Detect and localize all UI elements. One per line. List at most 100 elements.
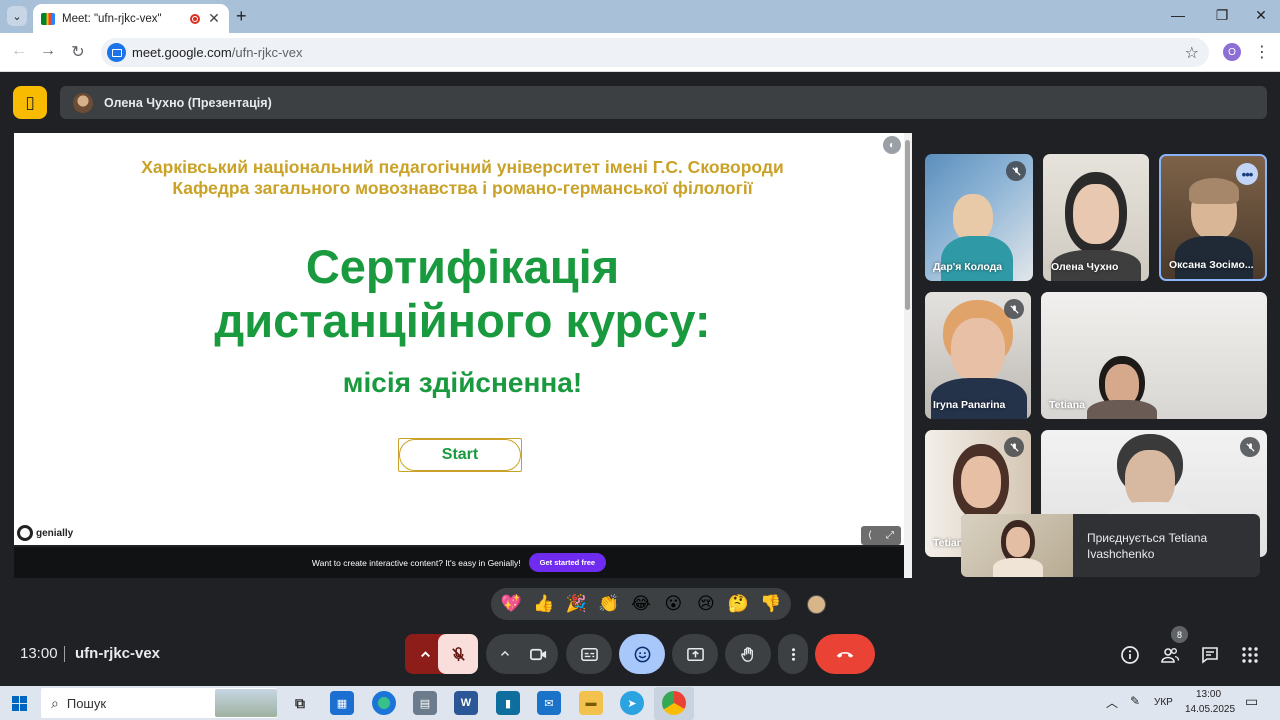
people-count-badge: 8 <box>1171 626 1188 643</box>
app-icon[interactable]: ▮ <box>496 691 520 715</box>
share-icon[interactable]: ⟨ <box>868 530 872 541</box>
slide-scrollbar-thumb[interactable] <box>905 140 910 310</box>
calculator-icon[interactable]: ▤ <box>413 691 437 715</box>
reaction-thumbs-up[interactable]: 👍 <box>530 594 558 614</box>
mail-icon[interactable]: ✉ <box>537 691 561 715</box>
join-notification-text: Приєднується Tetiana Ivashchenko <box>1087 531 1208 561</box>
people-button[interactable] <box>1159 644 1181 666</box>
participant-tile[interactable]: Дар'я Колода <box>925 154 1033 281</box>
edge-browser-icon[interactable] <box>372 691 396 715</box>
present-icon <box>686 647 704 661</box>
reaction-sad[interactable]: 😢 <box>692 594 720 614</box>
bookmark-star-icon[interactable]: ☆ <box>1185 43 1199 63</box>
notifications-icon[interactable]: ▭ <box>1245 693 1258 710</box>
mic-off-icon <box>1006 161 1026 181</box>
slide-title-line2: дистанційного курсу: <box>214 294 711 347</box>
meeting-code: ufn-rjkc-vex <box>75 645 161 662</box>
activities-button[interactable] <box>1239 644 1261 666</box>
mic-off-icon <box>451 646 465 661</box>
profile-avatar[interactable]: O <box>1223 43 1241 61</box>
participant-name: Олена Чухно <box>1051 261 1119 273</box>
tab-title: Meet: "ufn-rjkc-vex" <box>62 12 162 25</box>
google-meet-favicon-icon <box>41 12 55 25</box>
pen-icon[interactable]: ✎ <box>1130 694 1140 708</box>
more-options-button[interactable] <box>778 634 808 674</box>
windows-taskbar: ⌕ Пошук ⧉ ▦ ▤ W ▮ ✉ ▬ ➤ ︿ ✎ УКР 13:00 14… <box>0 686 1280 720</box>
back-arrow-icon[interactable]: ← <box>9 42 29 60</box>
word-icon[interactable]: W <box>454 691 478 715</box>
forward-arrow-icon[interactable]: → <box>38 42 58 60</box>
camera-controls <box>486 634 558 674</box>
tray-overflow-icon[interactable]: ︿ <box>1106 694 1118 711</box>
slide-tools: ⟨ ⤢ <box>861 526 901 545</box>
leave-call-button[interactable] <box>815 634 875 674</box>
microphone-toggle-button[interactable] <box>438 634 478 674</box>
microsoft-store-icon[interactable]: ▦ <box>330 691 354 715</box>
reaction-laugh[interactable]: 😂 <box>627 594 655 614</box>
browser-tab-bar: ⌄ Meet: "ufn-rjkc-vex" ✕ + — ❐ ✕ <box>0 0 1280 33</box>
participant-tile[interactable]: Iryna Panarina <box>925 292 1031 419</box>
reaction-thinking[interactable]: 🤔 <box>724 594 752 614</box>
close-window-button[interactable]: ✕ <box>1251 7 1271 24</box>
task-view-icon[interactable]: ⧉ <box>288 691 312 715</box>
address-bar[interactable]: meet.google.com/ufn-rjkc-vex ☆ <box>101 38 1209 67</box>
maximize-window-button[interactable]: ❐ <box>1212 7 1232 24</box>
chrome-icon[interactable] <box>662 691 686 715</box>
tab-close-icon[interactable]: ✕ <box>207 10 221 27</box>
slide-overlay-icon[interactable]: ◐ <box>883 136 901 154</box>
participant-tile[interactable]: Олена Чухно <box>1043 154 1149 281</box>
reload-icon[interactable]: ↻ <box>68 42 88 62</box>
video-options-chevron-icon[interactable] <box>498 647 512 661</box>
joining-participant-preview <box>961 514 1073 577</box>
raise-hand-button[interactable] <box>725 634 771 674</box>
genially-mark-icon <box>17 525 33 541</box>
more-options-icon[interactable]: ••• <box>1236 163 1258 185</box>
camera-icon[interactable] <box>529 645 548 664</box>
search-icon: ⌕ <box>51 694 59 711</box>
reaction-heart[interactable]: 💖 <box>497 594 525 614</box>
slide-subtitle: місія здійсненна! <box>342 367 583 398</box>
hang-up-icon <box>836 652 854 658</box>
slide-title-line1: Сертифікація <box>305 240 620 293</box>
new-tab-button[interactable]: + <box>236 6 247 27</box>
mic-off-icon <box>1240 437 1260 457</box>
tab-search-button[interactable]: ⌄ <box>7 6 27 26</box>
get-started-button[interactable]: Get started free <box>528 553 607 572</box>
captions-icon <box>580 647 598 661</box>
emoji-reactions-button[interactable] <box>619 634 665 674</box>
telegram-icon[interactable]: ➤ <box>620 691 644 715</box>
captions-button[interactable] <box>566 634 612 674</box>
windows-start-icon[interactable] <box>12 696 27 711</box>
smiley-icon <box>634 646 650 662</box>
participant-name: Tetian <box>933 537 964 549</box>
chevron-up-icon <box>420 650 430 657</box>
chat-button[interactable] <box>1199 644 1221 666</box>
participant-tile[interactable]: Tetiana <box>1041 292 1267 419</box>
meet-present-icon[interactable]: ▯ <box>13 86 47 119</box>
taskbar-date[interactable]: 14.05.2025 <box>1185 704 1235 715</box>
taskbar-time[interactable]: 13:00 <box>1196 689 1221 700</box>
present-screen-button[interactable] <box>672 634 718 674</box>
meeting-details-button[interactable] <box>1119 644 1141 666</box>
keyboard-language[interactable]: УКР <box>1154 697 1173 708</box>
participant-tile-active[interactable]: ••• Оксана Зосімо... <box>1159 154 1267 281</box>
divider <box>64 646 65 662</box>
reaction-surprised[interactable]: 😮 <box>659 594 687 614</box>
screen: ⌄ Meet: "ufn-rjkc-vex" ✕ + — ❐ ✕ ← → ↻ m… <box>0 0 1280 720</box>
reaction-party[interactable]: 🎉 <box>562 594 590 614</box>
participant-name: Оксана Зосімо... <box>1169 259 1254 271</box>
browser-menu-icon[interactable]: ⋮ <box>1254 42 1270 62</box>
minimize-window-button[interactable]: — <box>1168 7 1188 23</box>
info-icon <box>1121 646 1139 664</box>
reaction-thumbs-down[interactable]: 👎 <box>757 594 785 614</box>
fullscreen-icon[interactable]: ⤢ <box>886 530 894 541</box>
taskbar-search[interactable]: ⌕ Пошук <box>41 688 277 718</box>
presenter-avatar <box>73 92 93 113</box>
browser-tab-meet[interactable]: Meet: "ufn-rjkc-vex" ✕ <box>33 4 229 33</box>
reaction-clap[interactable]: 👏 <box>595 594 623 614</box>
skin-tone-selector[interactable] <box>807 595 826 614</box>
genially-promo-bar: Want to create interactive content? It's… <box>14 547 904 578</box>
site-info-icon[interactable] <box>107 43 126 62</box>
slide-start-button[interactable]: Start <box>398 438 522 472</box>
file-explorer-icon[interactable]: ▬ <box>579 691 603 715</box>
